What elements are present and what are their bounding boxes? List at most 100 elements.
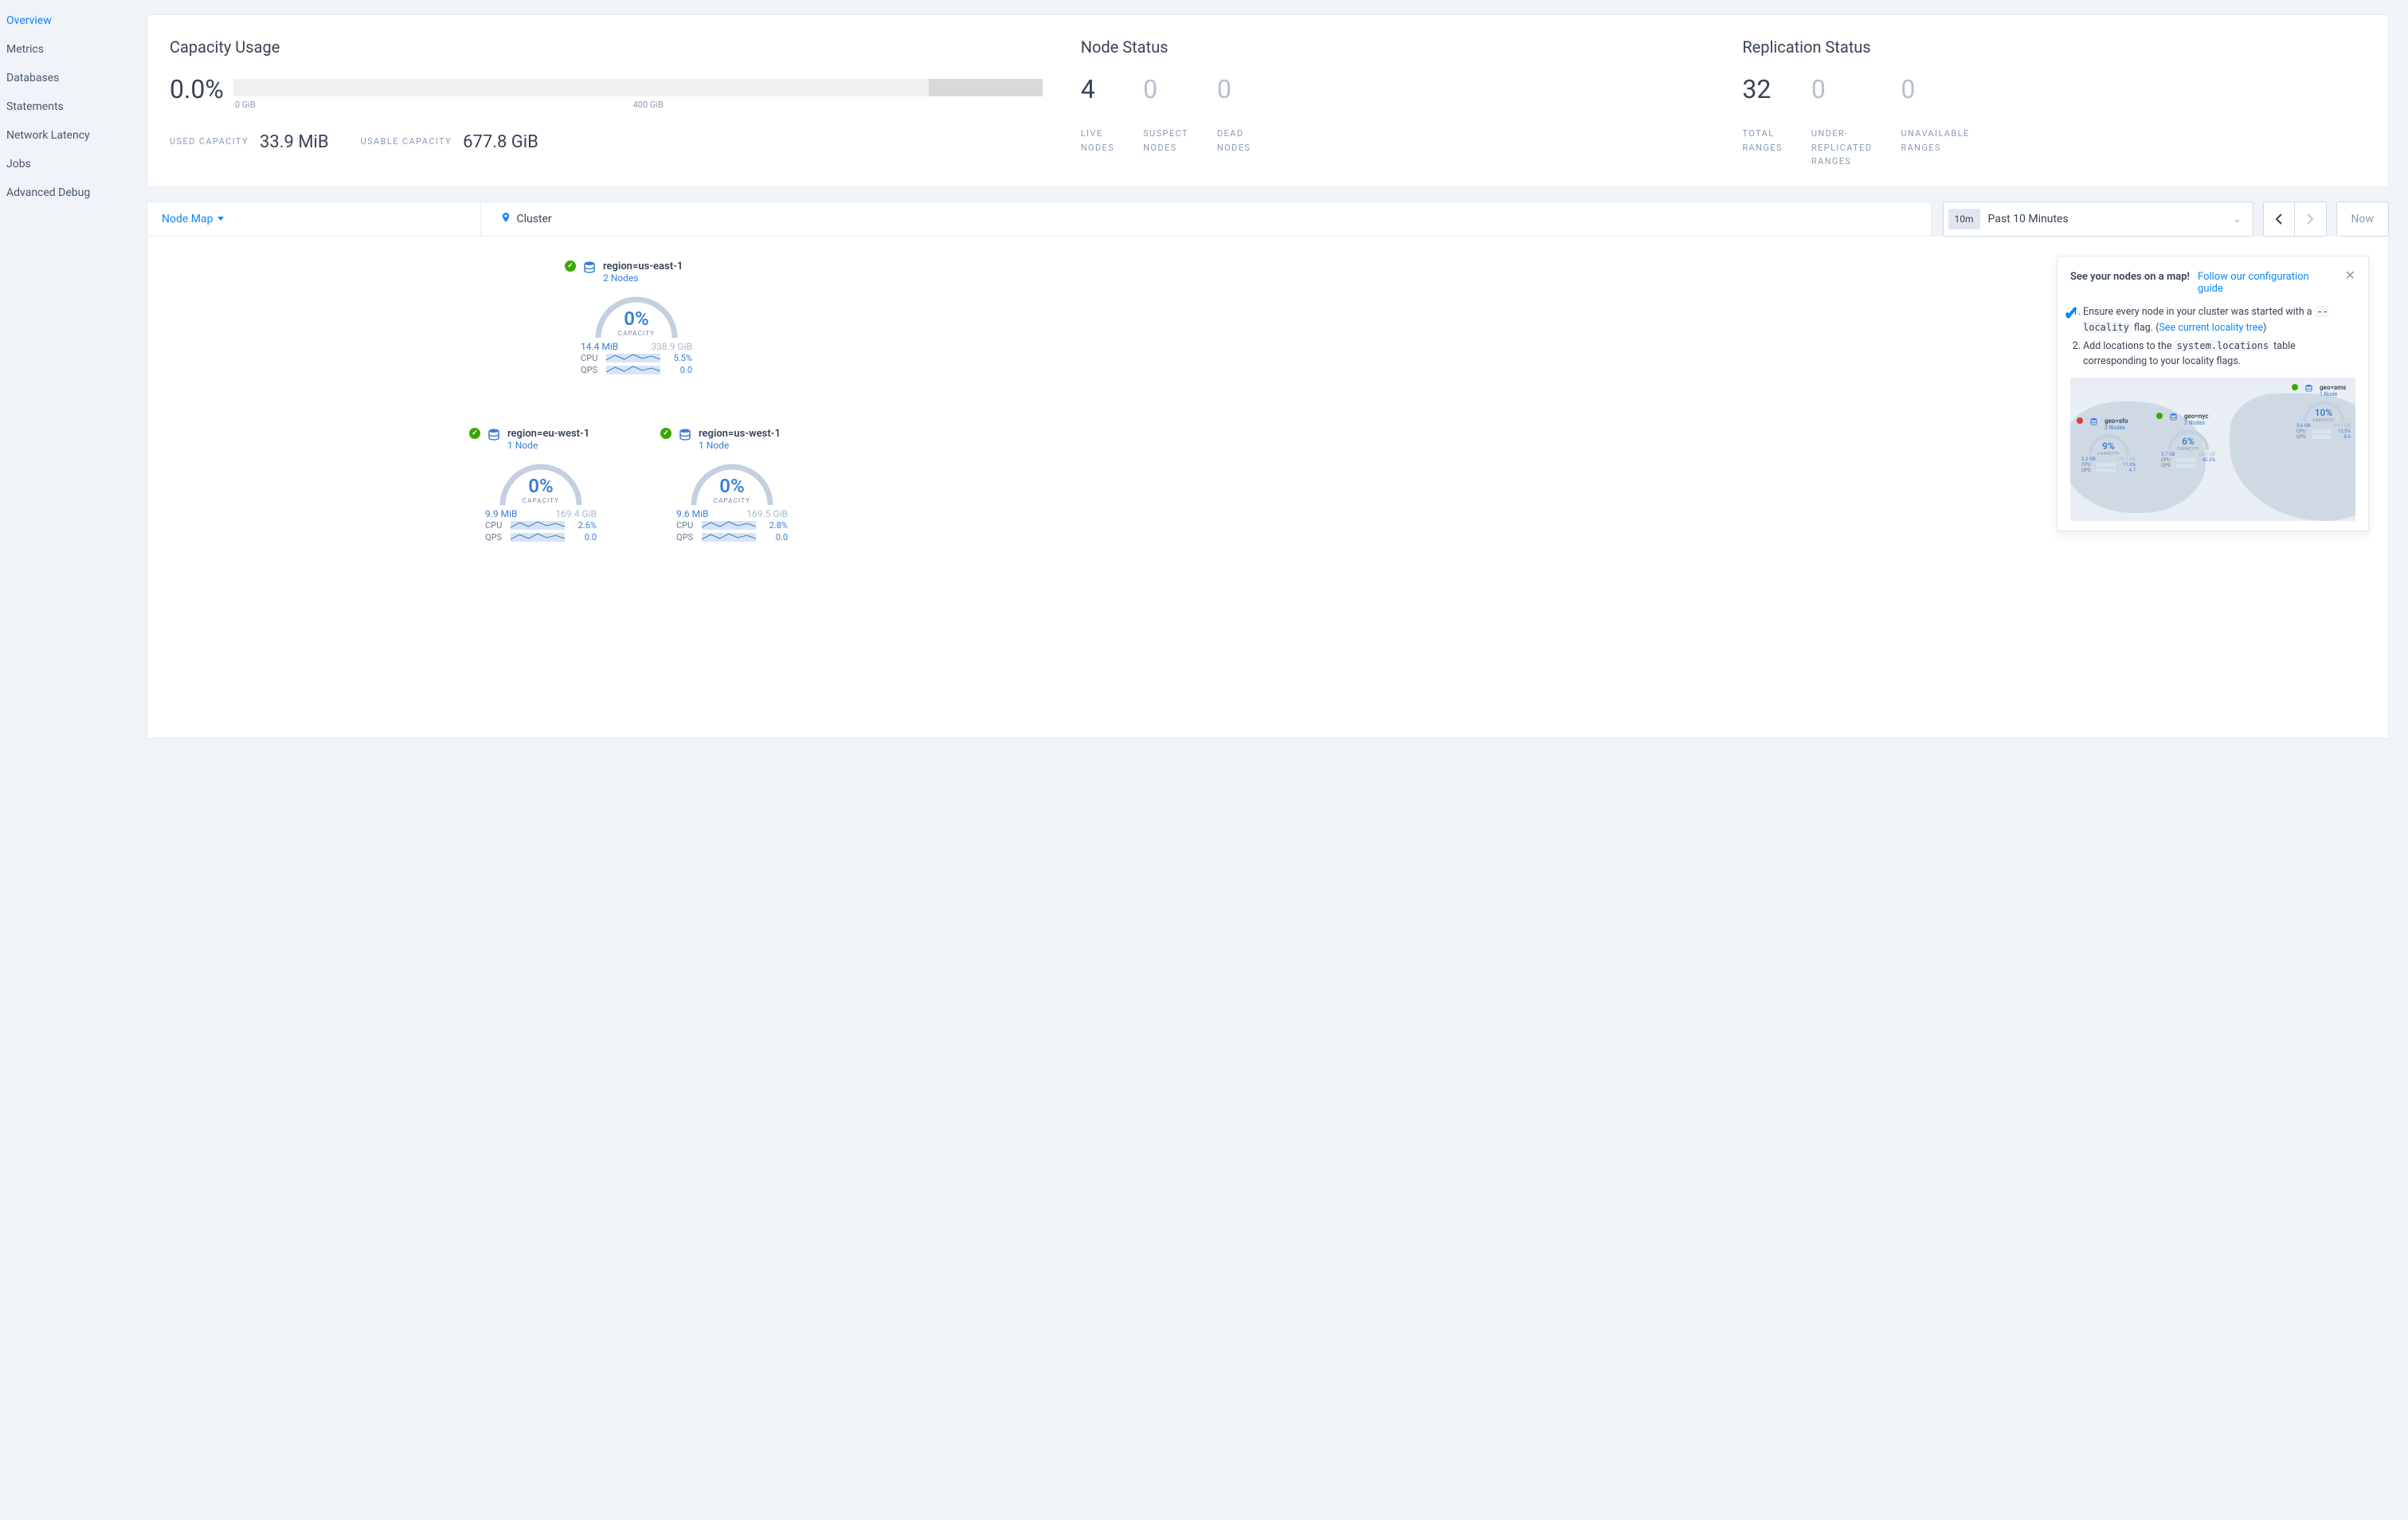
caret-down-icon [217, 217, 224, 221]
database-icon [678, 428, 692, 445]
usable-capacity-value: 677.8 GiB [463, 132, 538, 152]
region-card[interactable]: ✓ region=eu-west-1 1 Node 0%CAPACITY 9.9… [469, 428, 613, 543]
view-select[interactable]: Node Map [162, 213, 224, 225]
capacity-tick-left: 0 GiB [235, 100, 256, 110]
mini-gauge: 10%CAPACITY [2302, 399, 2346, 423]
region-nodes[interactable]: 1 Node [507, 440, 589, 451]
callout-title: See your nodes on a map! [2070, 271, 2190, 283]
database-icon [2304, 384, 2313, 394]
status-col: 0UNDER-REPLICATEDRANGES [1811, 74, 1873, 169]
database-icon [582, 261, 597, 277]
callout-guide-link[interactable]: Follow our configuration guide [2198, 271, 2337, 295]
status-col: 4LIVENODES [1081, 74, 1114, 155]
qps-label: QPS [676, 532, 697, 543]
next-button[interactable] [2295, 202, 2327, 237]
status-col: 0 SUSPECTNODES [1143, 74, 1188, 155]
prev-button[interactable] [2263, 202, 2295, 237]
region-nodes[interactable]: 2 Nodes [603, 272, 683, 284]
mem-used: 9.9 MiB [485, 508, 518, 519]
main-content: Capacity Usage 0.0% 0 GiB 400 GiB [143, 0, 2408, 1520]
pin-icon [500, 210, 511, 228]
mem-total: 169.5 GiB [746, 508, 788, 519]
status-value: 0 [1811, 74, 1873, 104]
time-range-text: Past 10 Minutes [1988, 213, 2226, 225]
capacity-gauge: 0%CAPACITY [593, 290, 680, 339]
qps-value: 0.0 [570, 532, 597, 543]
stats-card: Capacity Usage 0.0% 0 GiB 400 GiB [147, 14, 2389, 187]
status-col: 0UNAVAILABLERANGES [1901, 74, 1969, 169]
sidebar-item-databases[interactable]: Databases [6, 64, 143, 92]
region-nodes[interactable]: 1 Node [699, 440, 781, 451]
status-value: 0 [1143, 74, 1188, 104]
map-preview: geo=sfo2 Nodes 9%CAPACITY 3.2 GB35.1 GB … [2070, 378, 2355, 521]
chevron-down-icon: ⌄ [2233, 214, 2241, 225]
capacity-bar [233, 79, 1043, 96]
mini-region: geo=sfo2 Nodes 9%CAPACITY 3.2 GB35.1 GB … [2077, 417, 2140, 473]
sidebar-item-advanced-debug[interactable]: Advanced Debug [6, 178, 143, 207]
node-status-section: Node Status 4LIVENODES0SUSPECTNODES0DEAD… [1081, 37, 1705, 169]
toolbar-left: Node Map Cluster [147, 202, 1932, 237]
region-card[interactable]: ✓ region=us-east-1 2 Nodes 0%CAPACITY 14… [565, 261, 708, 376]
mem-used: 9.6 MiB [676, 508, 709, 519]
qps-label: QPS [485, 532, 506, 543]
status-dot-icon [2077, 417, 2083, 424]
close-icon[interactable]: ✕ [2345, 268, 2355, 283]
cpu-sparkline [606, 354, 660, 362]
callout-step-2: Add locations to the system.locations ta… [2083, 339, 2355, 370]
status-ok-icon: ✓ [660, 428, 671, 439]
status-value: 0 [1217, 74, 1251, 104]
database-icon [2089, 417, 2098, 428]
used-capacity-label: USED CAPACITY [170, 135, 249, 149]
cpu-sparkline [511, 521, 565, 530]
usable-capacity-label: USABLE CAPACITY [361, 135, 452, 149]
used-capacity-value: 33.9 MiB [260, 132, 329, 152]
region-card[interactable]: ✓ region=us-west-1 1 Node 0%CAPACITY 9.6… [660, 428, 804, 543]
callout-step-1: Ensure every node in your cluster was st… [2083, 304, 2355, 336]
sidebar-item-statements[interactable]: Statements [6, 92, 143, 121]
map-callout: See your nodes on a map! Follow our conf… [2057, 256, 2369, 531]
status-label: TOTALRANGES [1742, 127, 1782, 155]
status-col: 32 TOTALRANGES [1742, 74, 1782, 169]
mem-total: 338.9 GiB [651, 341, 692, 352]
toolbar: Node Map Cluster 10m Past 10 Minutes ⌄ [147, 202, 2389, 237]
capacity-section: Capacity Usage 0.0% 0 GiB 400 GiB [170, 37, 1043, 169]
breadcrumb[interactable]: Cluster [500, 210, 551, 228]
mini-region: geo=nyc2 Nodes 6%CAPACITY 3.7 GB63.7 GB … [2156, 413, 2220, 468]
sidebar-item-overview[interactable]: Overview [6, 6, 143, 35]
qps-value: 0.0 [761, 532, 788, 543]
qps-sparkline [702, 533, 756, 542]
cpu-value: 2.8% [761, 520, 788, 531]
locality-tree-link[interactable]: See current locality tree [2159, 322, 2263, 334]
mini-gauge: 9%CAPACITY [2087, 433, 2131, 456]
capacity-gauge: 0%CAPACITY [497, 457, 585, 507]
status-ok-icon: ✓ [469, 428, 480, 439]
node-map-canvas[interactable]: See your nodes on a map! Follow our conf… [147, 237, 2389, 738]
status-ok-icon: ✓ [565, 261, 576, 272]
capacity-title: Capacity Usage [170, 37, 1043, 57]
sidebar-item-network-latency[interactable]: Network Latency [6, 121, 143, 150]
status-label: LIVENODES [1081, 127, 1114, 155]
status-label: SUSPECTNODES [1143, 127, 1188, 155]
status-dot-icon [2292, 384, 2298, 390]
mem-total: 169.4 GiB [555, 508, 597, 519]
cpu-value: 2.6% [570, 520, 597, 531]
qps-label: QPS [581, 365, 601, 375]
mem-used: 14.4 MiB [581, 341, 618, 352]
cpu-value: 5.5% [665, 353, 692, 363]
region-name: region=us-east-1 [603, 261, 683, 272]
replication-section: Replication Status 32 TOTALRANGES 0UNDER-R… [1742, 37, 2366, 169]
status-value: 32 [1742, 74, 1782, 104]
time-badge: 10m [1948, 209, 1980, 229]
replication-title: Replication Status [1742, 37, 2366, 57]
sidebar-item-metrics[interactable]: Metrics [6, 35, 143, 64]
status-label: DEADNODES [1217, 127, 1251, 155]
cpu-sparkline [702, 521, 756, 530]
capacity-percent: 0.0% [170, 74, 224, 104]
status-value: 0 [1901, 74, 1969, 104]
now-button[interactable]: Now [2336, 202, 2390, 237]
time-range-select[interactable]: 10m Past 10 Minutes ⌄ [1943, 202, 2253, 237]
status-col: 0 DEADNODES [1217, 74, 1251, 155]
qps-value: 0.0 [665, 365, 692, 375]
sidebar-item-jobs[interactable]: Jobs [6, 150, 143, 178]
capacity-gauge: 0%CAPACITY [688, 457, 776, 507]
